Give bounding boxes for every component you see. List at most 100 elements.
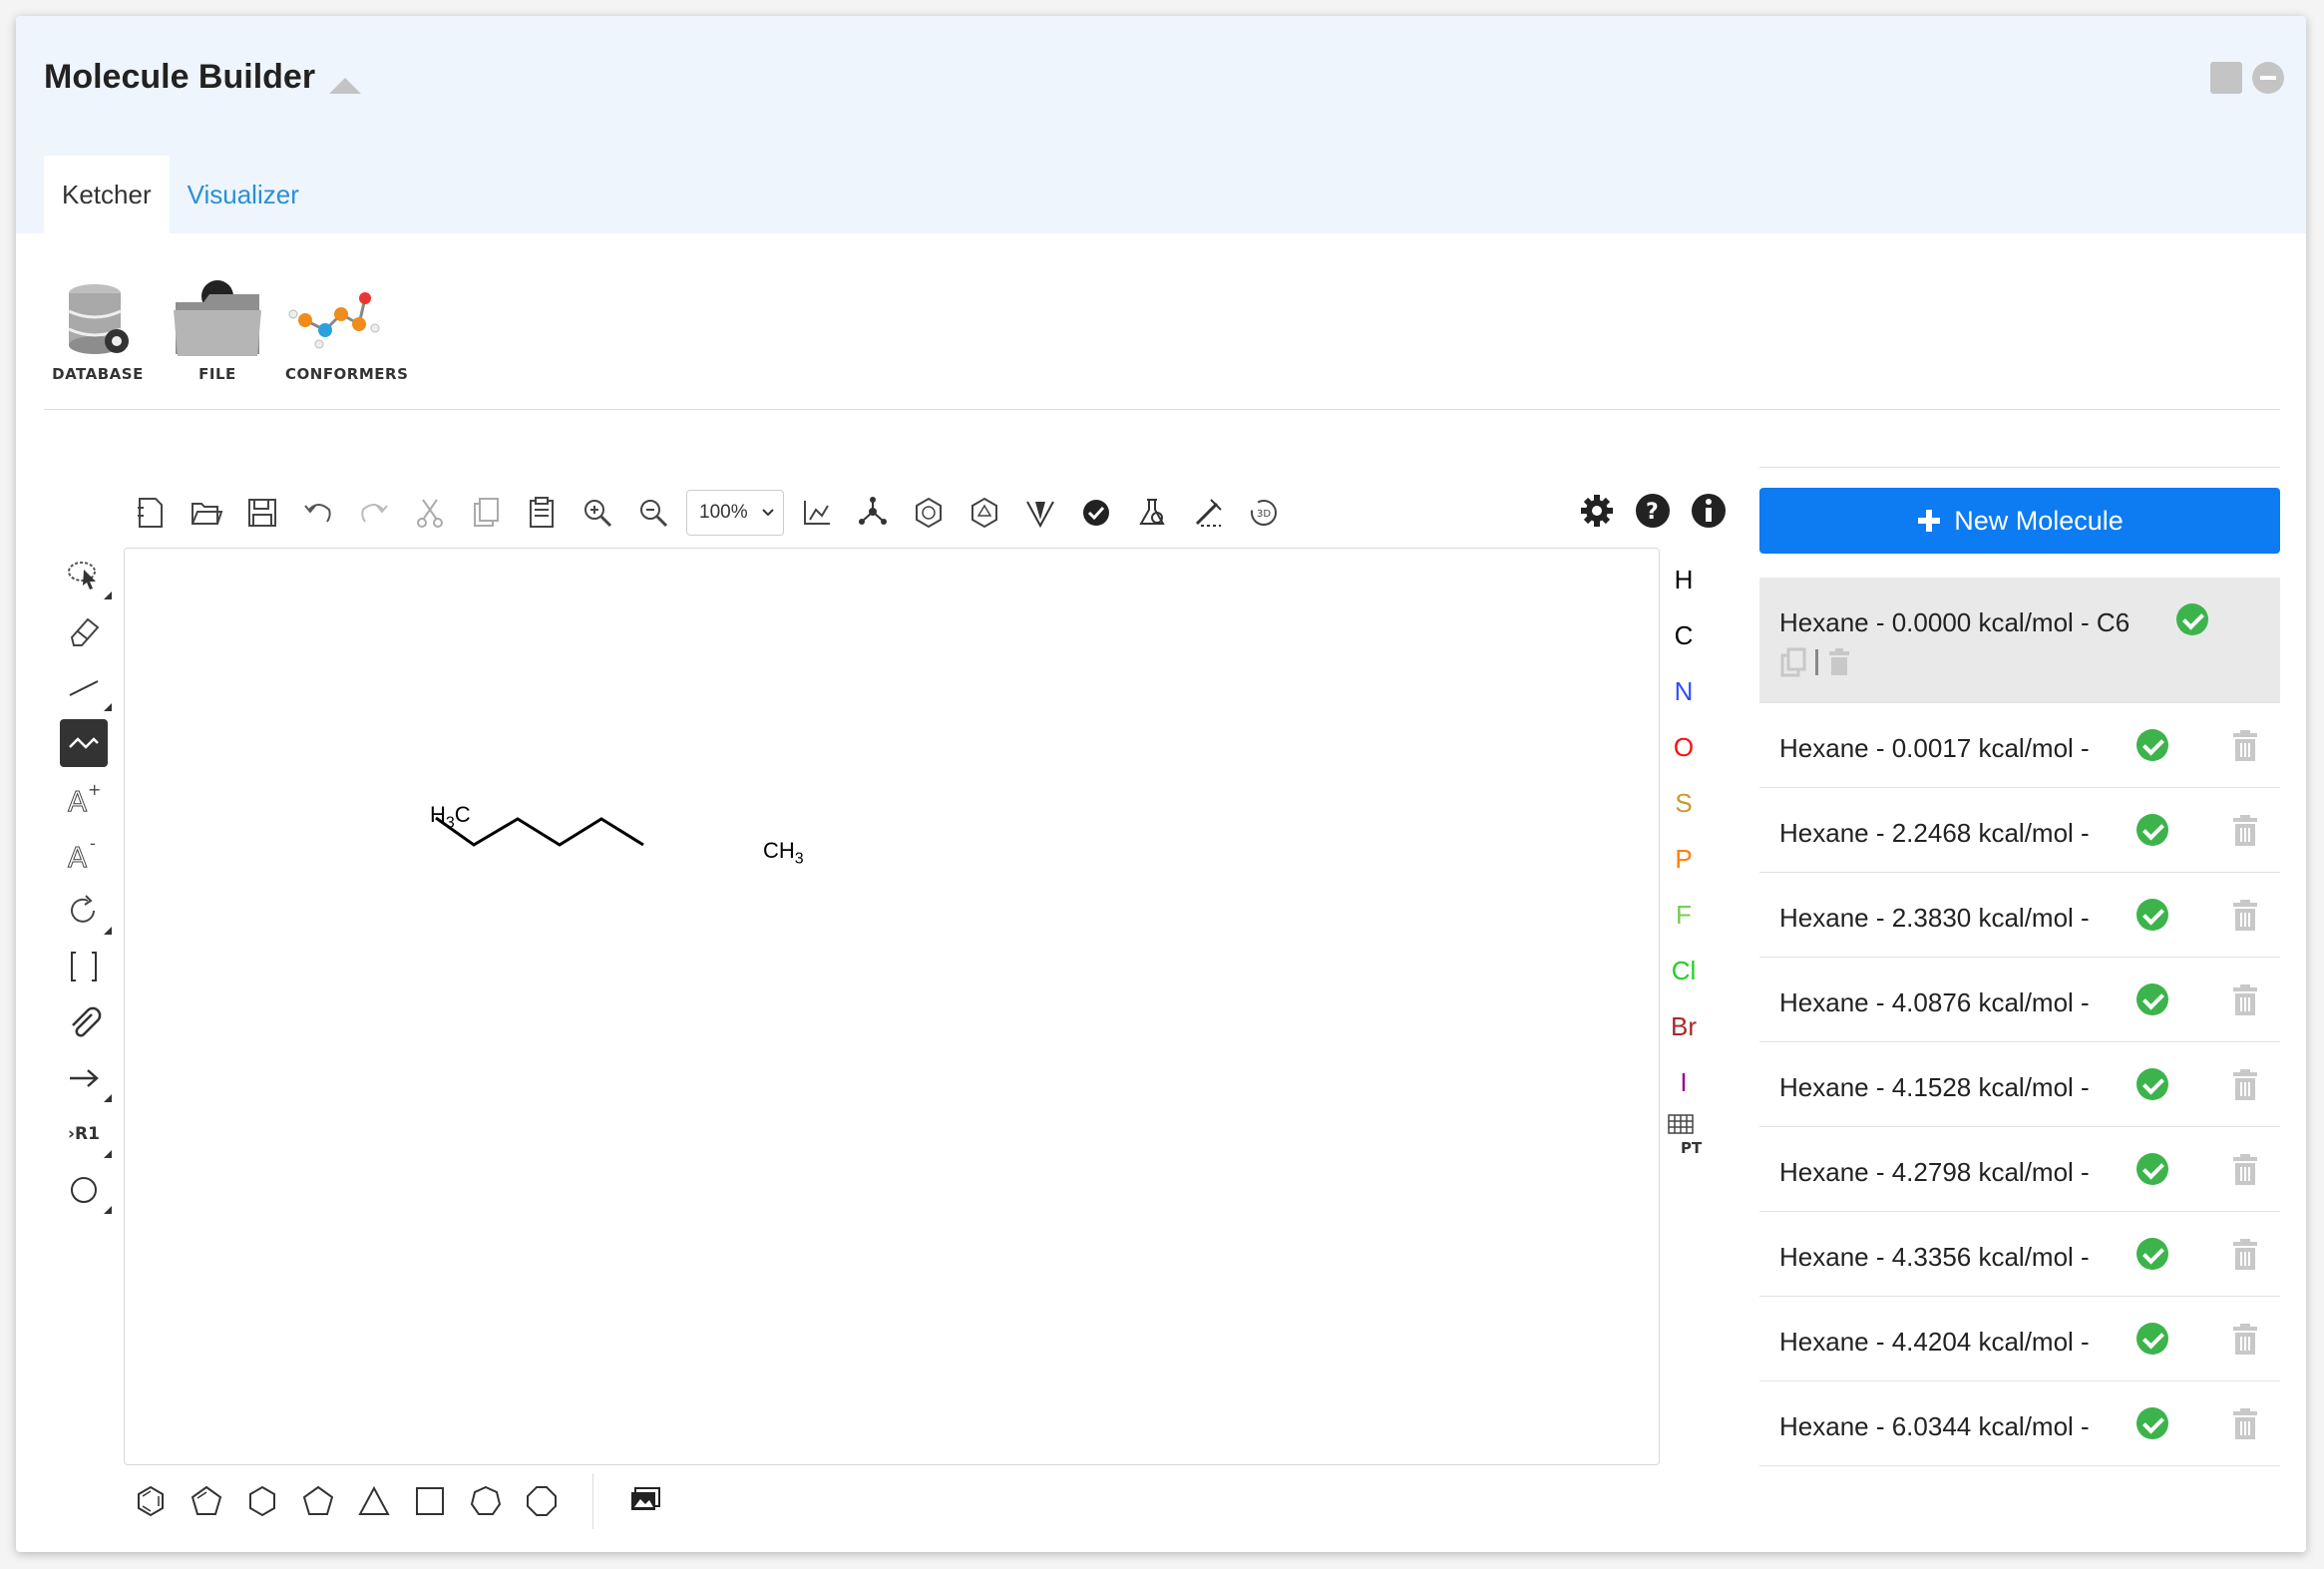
eraser-icon[interactable]: [56, 607, 112, 655]
svg-text:A: A: [68, 841, 87, 873]
periodic-table-label: PT: [1681, 1139, 1703, 1157]
atom-button-h[interactable]: H: [1658, 552, 1710, 607]
database-button[interactable]: DATABASE: [46, 273, 150, 383]
trash-icon[interactable]: [2230, 1407, 2260, 1441]
trash-icon[interactable]: [2230, 814, 2260, 848]
rotate-icon[interactable]: [56, 887, 112, 935]
plus-icon: [1918, 510, 1941, 532]
atom-button-p[interactable]: P: [1658, 831, 1710, 887]
cut-icon[interactable]: [407, 490, 453, 536]
layout-icon[interactable]: [794, 490, 840, 536]
cyclobutane-template-icon[interactable]: [407, 1478, 453, 1524]
check-structure-icon[interactable]: [1073, 490, 1119, 536]
molecule-list-item[interactable]: Hexane - 6.0344 kcal/mol -: [1759, 1381, 2280, 1466]
window-title: Molecule Builder: [44, 58, 316, 96]
undo-icon[interactable]: [295, 490, 341, 536]
molecule-list-item[interactable]: Hexane - 0.0000 kcal/mol - C6: [1759, 578, 2280, 703]
atom-button-o[interactable]: O: [1658, 719, 1710, 775]
atom-button-i[interactable]: I: [1658, 1054, 1710, 1110]
molecule-panel: New Molecule Hexane - 0.0000 kcal/mol - …: [1759, 467, 2280, 1466]
template-library-icon[interactable]: [621, 1478, 667, 1524]
cyclopentane-template-icon[interactable]: [295, 1478, 341, 1524]
zoom-out-icon[interactable]: [630, 490, 676, 536]
minimize-icon[interactable]: [2252, 62, 2284, 94]
rgroup-tool[interactable]: ›R1: [56, 1110, 112, 1158]
sgroup-brackets-icon[interactable]: [56, 943, 112, 990]
trash-icon[interactable]: [2230, 983, 2260, 1017]
reaction-arrow-icon[interactable]: [56, 1054, 112, 1102]
cyclopentadiene-template-icon[interactable]: [184, 1478, 229, 1524]
molecule-list-item[interactable]: Hexane - 4.0876 kcal/mol -: [1759, 958, 2280, 1042]
popout-icon[interactable]: [2210, 62, 2242, 94]
atom-button-s[interactable]: S: [1658, 775, 1710, 831]
molecule-list-item[interactable]: Hexane - 0.0017 kcal/mol -: [1759, 703, 2280, 788]
select-lasso-icon[interactable]: [56, 552, 112, 599]
bond-submenu-corner: [104, 703, 112, 711]
trash-icon[interactable]: [2230, 1153, 2260, 1187]
shape-submenu-corner: [104, 1206, 112, 1214]
charge-plus-icon[interactable]: A +: [56, 775, 112, 823]
stereo-icon[interactable]: [1017, 490, 1063, 536]
atom-button-br[interactable]: Br: [1658, 998, 1710, 1054]
trash-icon[interactable]: [2230, 899, 2260, 933]
analyse-icon[interactable]: [1129, 490, 1175, 536]
paste-icon[interactable]: [519, 490, 565, 536]
charge-minus-icon[interactable]: A-: [56, 831, 112, 879]
aromatize-icon[interactable]: [906, 490, 952, 536]
molecule-list-item[interactable]: Hexane - 2.2468 kcal/mol -: [1759, 788, 2280, 873]
dearomatize-icon[interactable]: [962, 490, 1007, 536]
3d-viewer-icon[interactable]: 3D: [1241, 490, 1287, 536]
single-bond-icon[interactable]: [56, 663, 112, 711]
clean-up-icon[interactable]: [850, 490, 896, 536]
drawing-canvas[interactable]: H3C CH3: [124, 548, 1660, 1465]
info-icon[interactable]: [1686, 488, 1732, 534]
file-button[interactable]: FILE: [166, 273, 269, 383]
copy-icon[interactable]: [1779, 647, 1807, 677]
tab-ketcher[interactable]: Ketcher: [44, 156, 170, 233]
new-document-icon[interactable]: [128, 490, 174, 536]
cycloheptane-template-icon[interactable]: [463, 1478, 509, 1524]
cyclohexane-template-icon[interactable]: [239, 1478, 285, 1524]
molecule-list-item[interactable]: Hexane - 4.3356 kcal/mol -: [1759, 1212, 2280, 1297]
ketcher-editor: 100% 3D ? A + A- ›R1 H3C CH3 H C N O S P…: [56, 470, 1732, 1547]
periodic-table-button[interactable]: PT: [1658, 1110, 1710, 1166]
atom-label-left: H3C: [430, 802, 471, 832]
benzene-template-icon[interactable]: [128, 1478, 174, 1524]
cyclopropane-template-icon[interactable]: [351, 1478, 397, 1524]
conformers-button[interactable]: CONFORMERS: [285, 273, 408, 383]
atom-button-cl[interactable]: Cl: [1658, 943, 1710, 998]
trash-icon[interactable]: [2230, 729, 2260, 763]
tab-visualizer[interactable]: Visualizer: [170, 156, 317, 233]
new-molecule-button[interactable]: New Molecule: [1759, 488, 2280, 554]
atom-button-n[interactable]: N: [1658, 663, 1710, 719]
settings-gear-icon[interactable]: [1574, 488, 1620, 534]
svg-text:3D: 3D: [1257, 509, 1271, 520]
copy-icon[interactable]: [463, 490, 509, 536]
molecule-list-item[interactable]: Hexane - 2.3830 kcal/mol -: [1759, 873, 2280, 958]
new-molecule-label: New Molecule: [1954, 505, 2124, 536]
chain-tool-icon[interactable]: [60, 719, 108, 767]
trash-icon[interactable]: [2230, 1323, 2260, 1357]
check-circle-icon: [2136, 729, 2168, 761]
molecule-list-item[interactable]: Hexane - 4.4204 kcal/mol -: [1759, 1297, 2280, 1381]
molecule-label: Hexane - 4.2798 kcal/mol -: [1779, 1157, 2090, 1187]
help-icon[interactable]: ?: [1630, 488, 1676, 534]
zoom-in-icon[interactable]: [575, 490, 620, 536]
trash-icon[interactable]: [2230, 1068, 2260, 1102]
save-icon[interactable]: [239, 490, 285, 536]
recognize-icon[interactable]: [1185, 490, 1231, 536]
redo-icon[interactable]: [351, 490, 397, 536]
attachment-clip-icon[interactable]: [56, 998, 112, 1046]
molecule-list-item[interactable]: Hexane - 4.2798 kcal/mol -: [1759, 1127, 2280, 1212]
shape-ellipse-icon[interactable]: [56, 1166, 112, 1214]
cyclooctane-template-icon[interactable]: [519, 1478, 565, 1524]
atom-button-f[interactable]: F: [1658, 887, 1710, 943]
molecule-list-item[interactable]: Hexane - 4.1528 kcal/mol -: [1759, 1042, 2280, 1127]
collapse-caret-icon[interactable]: [329, 78, 361, 94]
atom-button-c[interactable]: C: [1658, 607, 1710, 663]
trash-icon[interactable]: [1826, 647, 1852, 677]
zoom-select[interactable]: 100%: [686, 490, 784, 536]
check-circle-icon: [2176, 603, 2208, 635]
open-icon[interactable]: [184, 490, 229, 536]
trash-icon[interactable]: [2230, 1238, 2260, 1272]
